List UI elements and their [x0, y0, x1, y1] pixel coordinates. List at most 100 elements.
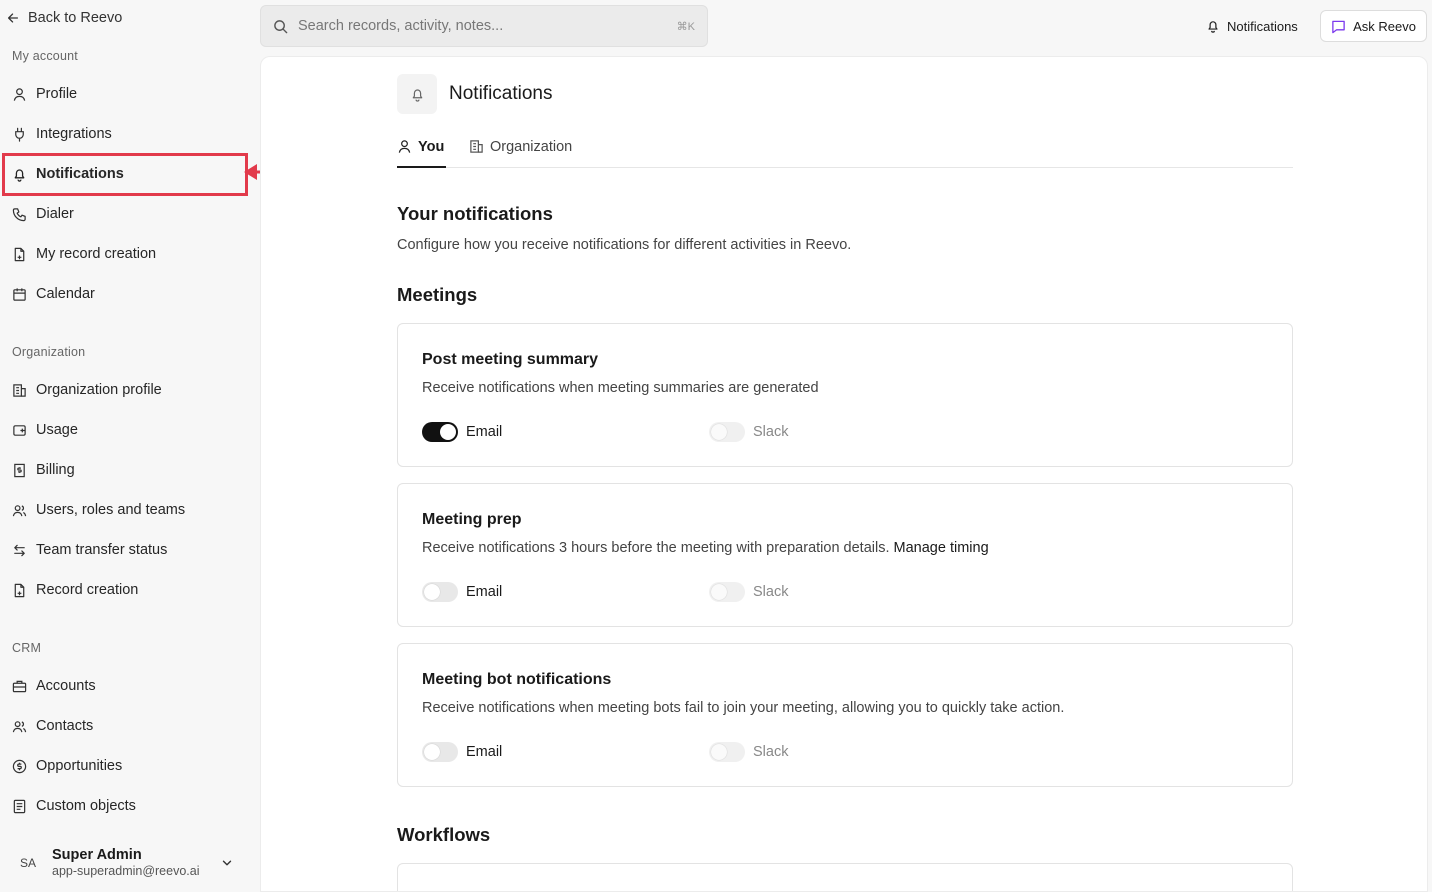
email-toggle-option[interactable]: Email — [422, 741, 502, 763]
plug-icon — [15, 127, 24, 142]
user-email: app-superadmin@reevo.ai — [52, 864, 200, 878]
notifications-button[interactable]: Notifications — [1198, 12, 1306, 40]
back-label: Back to Reevo — [28, 10, 123, 26]
file-icon — [14, 247, 25, 261]
transfer-icon — [14, 544, 25, 556]
tab-label: You — [418, 139, 445, 155]
users-icon — [12, 504, 27, 516]
tab-you[interactable]: You — [397, 139, 447, 168]
page-title: Notifications — [449, 83, 553, 104]
sidebar-item-usage[interactable]: Usage — [12, 414, 248, 446]
sidebar-item-label: Opportunities — [36, 758, 123, 774]
my-account-section-label: My account — [12, 49, 78, 63]
calendar-icon — [13, 287, 26, 301]
card-title: Meeting bot notifications — [422, 671, 612, 688]
card-description: Receive notifications 3 hours before the… — [422, 540, 989, 556]
sidebar-item-calendar[interactable]: Calendar — [12, 278, 248, 310]
sidebar-item-opportunities[interactable]: Opportunities — [12, 750, 248, 782]
ask-reevo-label: Ask Reevo — [1353, 18, 1416, 34]
user-icon — [13, 87, 26, 101]
sidebar-item-integrations[interactable]: Integrations — [12, 118, 248, 150]
sidebar-item-users-roles-teams[interactable]: Users, roles and teams — [12, 494, 248, 526]
main-panel: Notifications You Organization Your noti… — [260, 56, 1428, 892]
sidebar-item-label: Record creation — [36, 582, 139, 598]
email-toggle[interactable] — [422, 582, 458, 602]
sidebar-item-billing[interactable]: Billing — [12, 454, 248, 486]
card-description: Receive notifications when meeting bots … — [422, 700, 1064, 716]
card-title: Post meeting summary — [422, 351, 599, 368]
email-toggle-option[interactable]: Email — [422, 581, 502, 603]
notifications-button-label: Notifications — [1227, 18, 1298, 34]
phone-icon — [12, 207, 26, 221]
sidebar-item-label: Custom objects — [36, 798, 136, 814]
card-title: Meeting prep — [422, 511, 522, 528]
sidebar-item-accounts[interactable]: Accounts — [12, 670, 248, 702]
slack-toggle[interactable] — [709, 742, 745, 762]
sidebar-item-record-creation[interactable]: Record creation — [12, 574, 248, 606]
card-description-text: Receive notifications when meeting bots … — [422, 700, 1065, 716]
chevron-down-icon[interactable] — [220, 856, 234, 870]
notification-card-meeting-bot: Meeting bot notifications Receive notifi… — [397, 643, 1293, 787]
user-name: Super Admin — [52, 847, 142, 863]
sidebar-item-label: Calendar — [36, 286, 95, 302]
user-menu[interactable]: SA Super Admin app-superadmin@reevo.ai — [12, 843, 248, 883]
sidebar-item-label: Dialer — [36, 206, 74, 222]
sidebar-item-custom-objects[interactable]: Custom objects — [12, 790, 248, 822]
sidebar-item-organization-profile[interactable]: Organization profile — [12, 374, 248, 406]
email-label: Email — [466, 744, 503, 760]
file-icon — [14, 583, 25, 597]
search-bar[interactable]: ⌘K — [260, 5, 708, 47]
crm-section-label: CRM — [12, 641, 42, 655]
workflows-heading: Workflows — [397, 824, 491, 845]
user-icon — [398, 140, 411, 153]
sidebar-item-label: Team transfer status — [36, 542, 168, 558]
slack-label: Slack — [753, 744, 789, 760]
sidebar-item-label: Usage — [36, 422, 78, 438]
receipt-icon — [14, 463, 25, 477]
sidebar-item-label: Users, roles and teams — [36, 502, 186, 518]
building-icon — [13, 383, 26, 397]
usage-icon — [13, 424, 26, 436]
slack-toggle-option[interactable]: Slack — [709, 741, 788, 763]
card-description-text: Receive notifications when meeting summa… — [422, 380, 819, 396]
email-toggle[interactable] — [422, 422, 458, 442]
sidebar-item-label: Organization profile — [36, 382, 162, 398]
slack-toggle-option[interactable]: Slack — [709, 421, 788, 443]
chat-icon — [1332, 20, 1345, 33]
notification-card-post-meeting-summary: Post meeting summary Receive notificatio… — [397, 323, 1293, 467]
email-toggle[interactable] — [422, 742, 458, 762]
sidebar-item-my-record-creation[interactable]: My record creation — [12, 238, 248, 270]
sidebar-item-profile[interactable]: Profile — [12, 78, 248, 110]
doc-list-icon — [13, 799, 26, 813]
sidebar-item-team-transfer-status[interactable]: Team transfer status — [12, 534, 248, 566]
arrow-left-icon — [7, 13, 19, 23]
email-toggle-option[interactable]: Email — [422, 421, 502, 443]
ask-reevo-button[interactable]: Ask Reevo — [1320, 10, 1427, 42]
organization-section-label: Organization — [12, 345, 86, 359]
search-icon — [274, 19, 288, 33]
tab-organization[interactable]: Organization — [469, 139, 572, 168]
back-to-reevo-link[interactable]: Back to Reevo — [6, 9, 122, 27]
bell-icon — [412, 88, 422, 102]
page-header-icon — [397, 74, 437, 114]
slack-toggle[interactable] — [709, 422, 745, 442]
slack-toggle-option[interactable]: Slack — [709, 581, 788, 603]
sidebar-item-label: Billing — [36, 462, 75, 478]
tab-label: Organization — [490, 139, 573, 155]
sidebar-item-label: My record creation — [36, 246, 157, 262]
sidebar-item-contacts[interactable]: Contacts — [12, 710, 248, 742]
search-shortcut: ⌘K — [676, 20, 695, 33]
bell-icon — [1208, 21, 1218, 33]
workflows-card — [397, 863, 1293, 891]
card-description: Receive notifications when meeting summa… — [422, 380, 819, 396]
slack-label: Slack — [753, 424, 789, 440]
sidebar-item-dialer[interactable]: Dialer — [12, 198, 248, 230]
your-notifications-heading: Your notifications — [397, 203, 553, 224]
manage-timing-link[interactable]: Manage timing — [894, 540, 989, 556]
slack-toggle[interactable] — [709, 582, 745, 602]
sidebar: Back to Reevo My account Profile Integra… — [0, 0, 387, 892]
tabs: You Organization — [397, 135, 1293, 168]
search-input[interactable] — [298, 18, 677, 34]
dollar-circle-icon — [12, 759, 27, 773]
notification-card-meeting-prep: Meeting prep Receive notifications 3 hou… — [397, 483, 1293, 627]
